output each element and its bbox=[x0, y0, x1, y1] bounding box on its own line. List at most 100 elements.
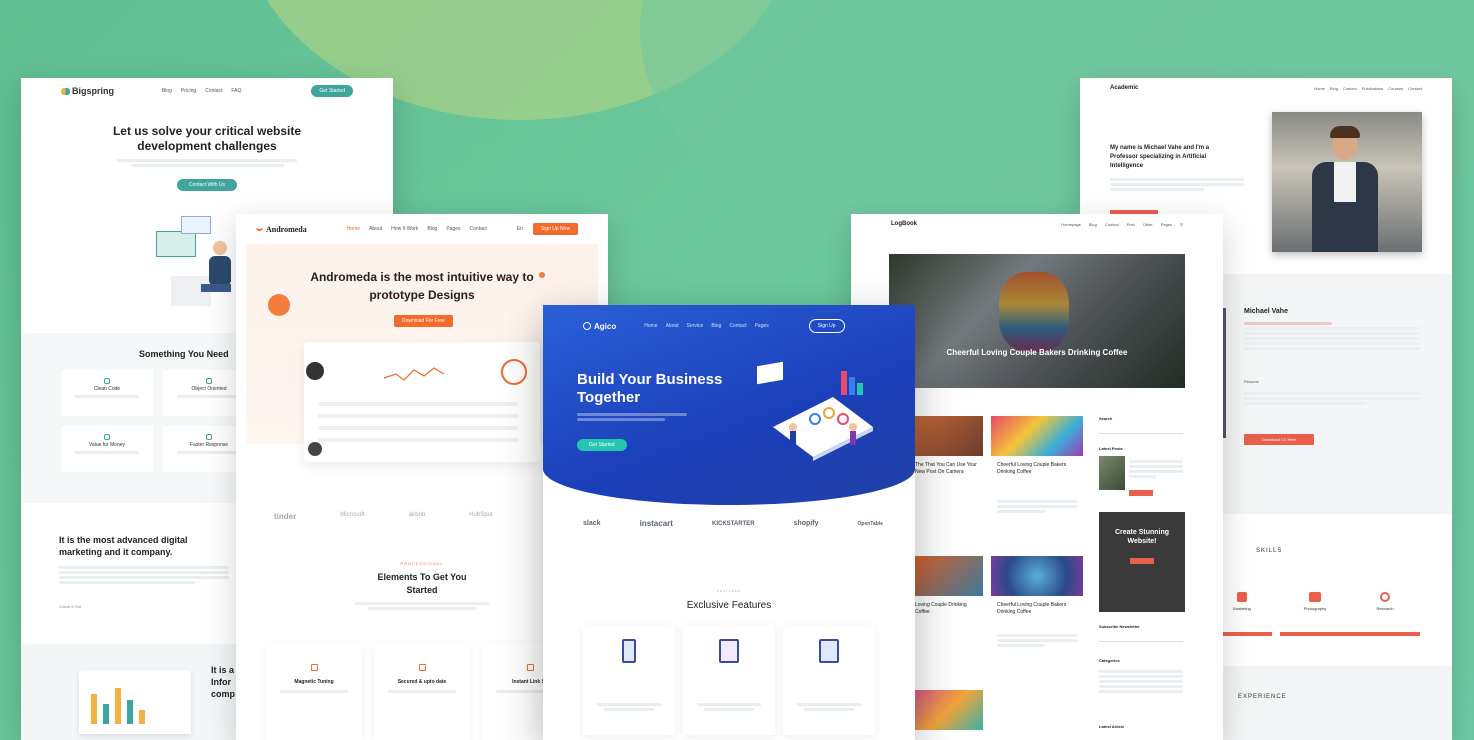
nav-faq[interactable]: FAQ bbox=[231, 88, 241, 94]
nav-publications[interactable]: Publications bbox=[1362, 86, 1384, 91]
featured-image[interactable]: Cheerful Loving Couple Bakers Drinking C… bbox=[889, 254, 1185, 388]
section-title: Something You Need bbox=[139, 349, 229, 359]
feature-card[interactable] bbox=[683, 625, 775, 735]
nav-about[interactable]: About bbox=[666, 323, 679, 329]
search-icon bbox=[1380, 592, 1390, 602]
sidebar-about-title: Latest Posts bbox=[1099, 446, 1123, 451]
logo-icon bbox=[61, 87, 70, 95]
promo-banner[interactable]: Create Stunning Website! bbox=[1099, 512, 1185, 612]
download-cv-button[interactable]: Download CV Here bbox=[1244, 434, 1314, 445]
feature-card[interactable]: Secured & upto date bbox=[374, 644, 470, 740]
skill-card[interactable]: Research bbox=[1350, 586, 1420, 636]
hero-illustration bbox=[753, 357, 883, 467]
hero-title: Let us solve your critical website devel… bbox=[112, 124, 302, 153]
nav-blog[interactable]: Blog bbox=[1089, 222, 1097, 227]
microsoft-logo: Microsoft bbox=[340, 512, 365, 518]
sidebar-search-input[interactable] bbox=[1099, 426, 1183, 434]
nav-contact[interactable]: Contact bbox=[205, 88, 222, 94]
sign-up-button[interactable]: Sign Up Now bbox=[532, 223, 579, 235]
nav-contact-2[interactable]: Contact bbox=[1408, 86, 1422, 91]
nav-contact[interactable]: Contact bbox=[1343, 86, 1357, 91]
nav-home[interactable]: Home bbox=[347, 226, 360, 232]
nav-blog[interactable]: Blog bbox=[162, 88, 172, 94]
nav-pages[interactable]: Pages bbox=[1161, 222, 1172, 227]
contact-button[interactable]: Contact With Us bbox=[176, 179, 238, 191]
nav-pages[interactable]: Pages bbox=[755, 323, 769, 329]
post-thumbnail[interactable] bbox=[915, 556, 983, 596]
feature-card[interactable]: Value for Money bbox=[61, 426, 153, 472]
nav-blog[interactable]: Blog bbox=[1330, 86, 1338, 91]
post-title[interactable]: Cheerful Loving Couple Bakers Drinking C… bbox=[997, 462, 1077, 476]
phone-icon bbox=[622, 639, 636, 663]
sidebar-thumb[interactable] bbox=[1099, 456, 1125, 490]
newsletter-title: Subscribe Newsletter bbox=[1099, 624, 1140, 629]
decor-circle bbox=[268, 294, 290, 316]
hero-caption[interactable]: Cheerful Loving Couple Bakers Drinking C… bbox=[889, 348, 1185, 357]
skill-card[interactable]: Photography bbox=[1280, 586, 1350, 636]
section-tag: FEATURES bbox=[717, 589, 741, 593]
get-started-button[interactable]: Get Started bbox=[311, 85, 353, 97]
sidebar-badge[interactable] bbox=[1129, 490, 1153, 496]
skills-title: SKILLS bbox=[1256, 548, 1283, 554]
resume-label: Resume bbox=[1244, 379, 1259, 384]
agico-template-preview[interactable]: Agico Home About Service Blog Contact Pa… bbox=[543, 305, 915, 740]
post-thumbnail[interactable] bbox=[915, 416, 983, 456]
camera-icon bbox=[1309, 592, 1321, 602]
nav-home[interactable]: Home bbox=[1314, 86, 1325, 91]
avatar bbox=[306, 362, 324, 380]
nav-blog[interactable]: Blog bbox=[427, 226, 437, 232]
download-button[interactable]: Download For Free bbox=[394, 315, 453, 327]
nav-homepage[interactable]: Homepage bbox=[1061, 222, 1081, 227]
newsletter-input[interactable] bbox=[1099, 634, 1183, 642]
nav-courses[interactable]: Courses bbox=[1388, 86, 1403, 91]
feature-card[interactable] bbox=[583, 625, 675, 735]
airbnb-logo: airbnb bbox=[408, 512, 426, 518]
dashboard-mockup bbox=[304, 342, 540, 462]
profile-name: Michael Vahe bbox=[1244, 308, 1288, 315]
nav-contact[interactable]: Contact bbox=[1105, 222, 1119, 227]
post-title[interactable]: Loving Couple Drinking Coffee bbox=[915, 602, 981, 616]
avatar bbox=[308, 442, 322, 456]
feature-card[interactable]: Clean Code bbox=[61, 370, 153, 416]
sign-up-button[interactable]: Sign Up bbox=[808, 319, 845, 333]
section-title: Exclusive Features bbox=[686, 600, 772, 611]
nav-post[interactable]: Post bbox=[1127, 222, 1135, 227]
nav-service[interactable]: Service bbox=[687, 323, 704, 329]
logbook-logo[interactable]: LogBook bbox=[891, 221, 917, 227]
nav-how-it-work[interactable]: How It Work bbox=[391, 226, 418, 232]
hubspot-logo: HubSpot bbox=[469, 512, 493, 518]
elements-title: Elements To Get You Started bbox=[377, 572, 467, 595]
tinder-logo: tinder bbox=[274, 512, 297, 521]
nav-about[interactable]: About bbox=[369, 226, 382, 232]
bottom-title: It is a Infor comp bbox=[211, 665, 236, 699]
shopify-logo: shopify bbox=[793, 520, 819, 527]
feature-card[interactable] bbox=[783, 625, 875, 735]
get-started-button[interactable]: Get Started bbox=[577, 439, 627, 451]
nav-home[interactable]: Home bbox=[644, 323, 657, 329]
profile-photo bbox=[1272, 112, 1422, 252]
feature-card[interactable]: Magnetic Tuning bbox=[266, 644, 362, 740]
academic-logo[interactable]: Academic bbox=[1110, 85, 1138, 91]
search-icon[interactable]: ⚲ bbox=[1180, 222, 1183, 227]
nav-pages[interactable]: Pages bbox=[446, 226, 460, 232]
check-it-out-link[interactable]: Check it Out bbox=[59, 604, 81, 609]
bigspring-logo[interactable]: Bigspring bbox=[61, 86, 114, 96]
nav-contact[interactable]: Contact bbox=[729, 323, 746, 329]
post-title[interactable]: The That You Can Use Your New Post On Ca… bbox=[915, 462, 981, 476]
nav-contact[interactable]: Contact bbox=[470, 226, 487, 232]
post-thumbnail[interactable] bbox=[991, 416, 1083, 456]
nav-pricing[interactable]: Pricing bbox=[181, 88, 196, 94]
instacart-logo: instacart bbox=[639, 519, 673, 528]
slack-logo: slack bbox=[583, 520, 601, 527]
language-select[interactable]: En bbox=[517, 226, 523, 232]
post-thumbnail[interactable] bbox=[991, 556, 1083, 596]
post-title[interactable]: Cheerful Loving Couple Bakers Drinking C… bbox=[997, 602, 1077, 616]
hero-title: Andromeda is the most intuitive way to p… bbox=[310, 270, 534, 302]
home-icon bbox=[310, 664, 318, 671]
agico-logo[interactable]: Agico bbox=[583, 322, 616, 331]
nav-blog[interactable]: Blog bbox=[711, 323, 721, 329]
post-thumbnail[interactable] bbox=[915, 690, 983, 730]
andromeda-logo[interactable]: Andromeda bbox=[256, 225, 307, 234]
chart-illustration bbox=[79, 670, 191, 734]
nav-other[interactable]: Other bbox=[1143, 222, 1153, 227]
